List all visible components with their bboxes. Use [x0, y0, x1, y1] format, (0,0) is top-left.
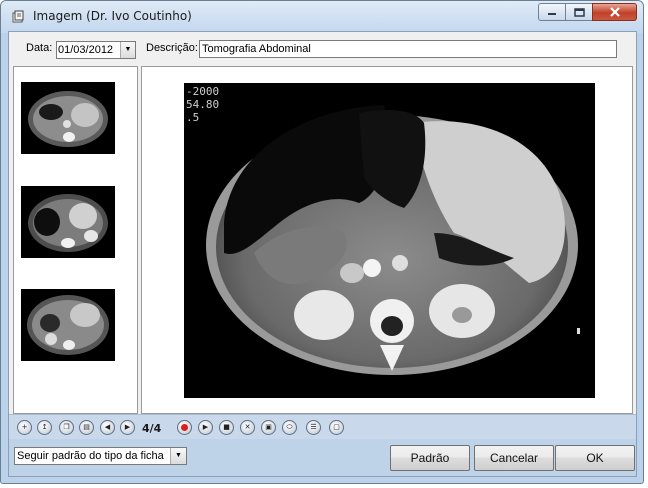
dialog-client-area: Data: 01/03/2012 ▼ Descrição: Tomografia… [8, 31, 637, 477]
properties-icon[interactable]: ☰ [306, 420, 321, 435]
minimize-icon [548, 13, 556, 15]
maximize-button[interactable] [565, 3, 592, 21]
overlay-line-2: 54.80 [186, 98, 220, 111]
description-value: Tomografia Abdominal [202, 43, 311, 55]
image-overlay-text: -2000 54.80 .5 [186, 85, 219, 124]
mode-select[interactable]: Seguir padrão do tipo da ficha ▼ [14, 447, 187, 465]
previous-icon[interactable]: ◀ [100, 420, 115, 435]
close-button[interactable] [592, 3, 637, 21]
thumbnail-2[interactable] [21, 186, 115, 258]
overlay-line-3: .5 [186, 111, 200, 124]
padrao-button[interactable]: Padrão [390, 445, 470, 471]
play-icon[interactable]: ▶ [198, 420, 213, 435]
window-title: Imagem (Dr. Ivo Coutinho) [33, 9, 192, 23]
ok-button[interactable]: OK [555, 445, 635, 471]
thumbnail-list[interactable] [13, 66, 138, 414]
date-picker[interactable]: 01/03/2012 ▼ [56, 41, 136, 59]
header-row: Data: 01/03/2012 ▼ Descrição: Tomografia… [9, 32, 636, 64]
title-bar[interactable]: Imagem (Dr. Ivo Coutinho) [1, 1, 643, 33]
footer-bar: Seguir padrão do tipo da ficha ▼ Padrão … [9, 439, 636, 476]
app-icon [12, 10, 24, 23]
print-icon[interactable]: ▢ [329, 420, 344, 435]
description-label: Descrição: [146, 42, 198, 54]
image-counter: 4/4 [142, 422, 162, 435]
close-icon [609, 7, 620, 17]
next-icon[interactable]: ▶ [120, 420, 135, 435]
mode-value: Seguir padrão do tipo da ficha [17, 450, 164, 462]
date-value: 01/03/2012 [58, 44, 114, 56]
chevron-down-icon[interactable]: ▼ [170, 448, 186, 464]
thumbnail-3[interactable] [21, 289, 115, 361]
stop-icon[interactable]: ■ [219, 420, 234, 435]
maximize-icon [573, 7, 585, 17]
overlay-line-1: -2000 [186, 85, 220, 98]
add-image-icon[interactable]: + [17, 420, 32, 435]
chevron-down-icon[interactable]: ▼ [120, 42, 135, 58]
import-image-icon[interactable]: ↥ [37, 420, 52, 435]
minimize-button[interactable] [538, 3, 565, 21]
ct-scan-image: -2000 54.80 .5 [184, 83, 595, 398]
dialog-window: Imagem (Dr. Ivo Coutinho) Data: 01/03/20… [0, 0, 644, 484]
thumbnail-1[interactable] [21, 82, 115, 154]
cancel-button[interactable]: Cancelar [474, 445, 554, 471]
date-label: Data: [26, 42, 53, 54]
image-viewer[interactable]: -2000 54.80 .5 [141, 66, 633, 414]
image-toolbar: + ↥ ❐ ▤ ◀ ▶ 4/4 ▶ ■ ✕ ▣ ⬭ ☰ ▢ [9, 414, 636, 439]
scanner-icon[interactable]: ⬭ [282, 420, 297, 435]
record-icon[interactable] [177, 420, 192, 435]
camera-icon[interactable]: ▣ [261, 420, 276, 435]
copy-image-icon[interactable]: ❐ [59, 420, 74, 435]
delete-icon[interactable]: ✕ [240, 420, 255, 435]
description-input[interactable]: Tomografia Abdominal [199, 40, 617, 58]
paste-image-icon[interactable]: ▤ [79, 420, 94, 435]
